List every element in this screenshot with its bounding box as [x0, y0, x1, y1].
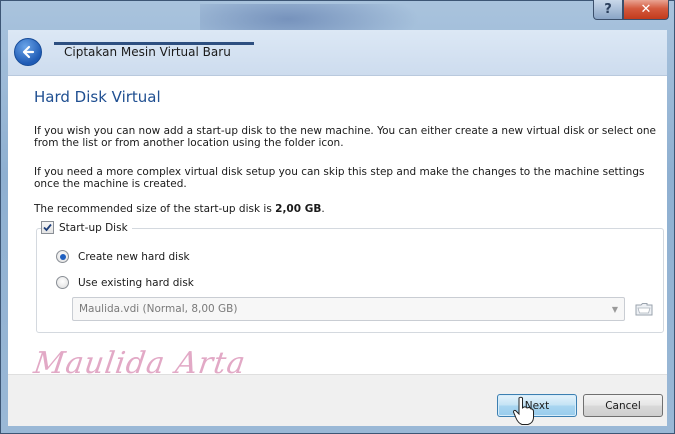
use-existing-disk-radio[interactable] [56, 276, 69, 289]
existing-disk-value: Maulida.vdi (Normal, 8,00 GB) [79, 303, 238, 315]
cancel-button[interactable]: Cancel [583, 394, 663, 417]
back-arrow-icon [22, 45, 35, 59]
intro-paragraph: If you wish you can now add a start-up d… [34, 125, 657, 149]
help-button[interactable]: ? [593, 0, 623, 20]
existing-disk-select[interactable]: Maulida.vdi (Normal, 8,00 GB) ▼ [72, 297, 625, 321]
recommended-prefix: The recommended size of the start-up dis… [34, 203, 276, 215]
use-existing-disk-label: Use existing hard disk [78, 276, 194, 289]
chevron-down-icon: ▼ [611, 304, 618, 314]
recommended-suffix: . [321, 203, 325, 215]
checkmark-icon [43, 223, 52, 232]
advanced-paragraph: If you need a more complex virtual disk … [34, 166, 645, 190]
startup-disk-checkbox[interactable] [41, 221, 54, 234]
hand-cursor-icon [512, 396, 534, 425]
folder-icon [635, 303, 653, 316]
create-new-disk-label: Create new hard disk [78, 250, 190, 263]
wizard-header: Ciptakan Mesin Virtual Baru [8, 30, 667, 76]
page-title: Hard Disk Virtual [34, 88, 161, 106]
caption-buttons: ? ✕ [593, 0, 669, 22]
choose-disk-folder-button[interactable] [634, 299, 654, 319]
back-button[interactable] [14, 38, 42, 66]
recommended-size-text: The recommended size of the start-up dis… [34, 203, 662, 215]
next-button[interactable]: Next [497, 394, 577, 417]
close-button[interactable]: ✕ [623, 0, 669, 20]
startup-disk-checkbox-row[interactable]: Start-up Disk [41, 221, 132, 234]
radio-selected-dot [59, 253, 66, 260]
startup-disk-label: Start-up Disk [59, 221, 128, 234]
create-new-disk-radio[interactable] [56, 250, 69, 263]
title-underline [54, 42, 254, 45]
create-new-disk-option[interactable]: Create new hard disk [56, 250, 190, 263]
recommended-size: 2,00 GB [275, 203, 322, 215]
use-existing-disk-option[interactable]: Use existing hard disk [56, 276, 194, 289]
wizard-title: Ciptakan Mesin Virtual Baru [64, 45, 231, 59]
